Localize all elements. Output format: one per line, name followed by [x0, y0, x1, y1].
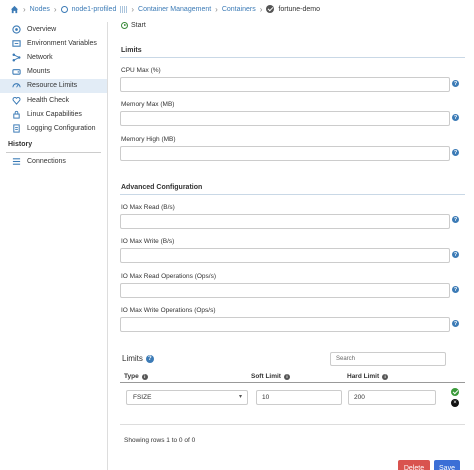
- soft-limit-input[interactable]: 10: [256, 390, 342, 405]
- start-label: Start: [131, 22, 146, 29]
- sidebar-item-network[interactable]: Network: [0, 50, 107, 64]
- chevron-right-icon: ›: [215, 4, 218, 14]
- memory-high-input[interactable]: [120, 146, 450, 161]
- sidebar-item-label: Network: [27, 53, 53, 61]
- table-header-row: Type i Soft Limit i Hard Limit i: [120, 370, 465, 383]
- home-icon[interactable]: [10, 5, 19, 14]
- sidebar-item-label: Overview: [27, 25, 57, 33]
- sidebar-item-logging-configuration[interactable]: Logging Configuration: [0, 121, 107, 135]
- pagination-info: Showing rows 1 to 0 of 0: [124, 437, 196, 444]
- node-status-icon: [60, 5, 68, 13]
- type-select[interactable]: FSIZE ▾: [126, 390, 248, 405]
- gauge-icon: [11, 81, 21, 91]
- sidebar-item-health-check[interactable]: Health Check: [0, 93, 107, 107]
- heart-icon: [11, 95, 21, 105]
- overview-icon: [11, 24, 21, 34]
- sidebar-item-label: Connections: [27, 158, 66, 166]
- sidebar-item-resource-limits[interactable]: Resource Limits: [0, 78, 107, 93]
- limits-section-title: Limits: [121, 47, 142, 54]
- breadcrumb-container-management[interactable]: Container Management: [138, 6, 211, 13]
- io-max-write-label: IO Max Write (B/s): [121, 238, 175, 245]
- help-icon[interactable]: ?: [145, 354, 154, 363]
- table-row: FSIZE ▾ 10 200 ×: [120, 384, 465, 425]
- breadcrumb-containers[interactable]: Containers: [222, 6, 256, 13]
- sidebar: Overview Environment Variables Network M…: [0, 22, 108, 470]
- section-divider: [120, 57, 465, 58]
- sidebar-item-overview[interactable]: Overview: [0, 22, 107, 36]
- io-max-read-input[interactable]: [120, 214, 450, 229]
- info-icon[interactable]: i: [382, 373, 389, 380]
- advanced-section-title: Advanced Configuration: [121, 184, 203, 191]
- breadcrumb-node[interactable]: node1-profiled: [72, 6, 117, 13]
- close-icon[interactable]: ×: [451, 399, 459, 407]
- io-max-write-ops-input[interactable]: [120, 317, 450, 332]
- column-header-type[interactable]: Type i: [124, 373, 148, 380]
- chevron-right-icon: ›: [53, 4, 57, 14]
- grid-icon: [120, 5, 128, 13]
- history-section-title: History: [8, 140, 33, 148]
- column-header-hard-limit[interactable]: Hard Limit i: [347, 373, 389, 380]
- confirm-check-icon[interactable]: [451, 388, 459, 396]
- memory-max-label: Memory Max (MB): [121, 101, 175, 108]
- section-divider: [120, 194, 465, 195]
- limits-table-header: Limits ?: [122, 354, 154, 363]
- info-icon[interactable]: i: [283, 373, 290, 380]
- io-max-read-ops-input[interactable]: [120, 283, 450, 298]
- start-action[interactable]: Start: [121, 22, 146, 29]
- memory-max-input[interactable]: [120, 111, 450, 126]
- io-max-read-label: IO Max Read (B/s): [121, 204, 175, 211]
- sidebar-item-linux-capabilities[interactable]: Linux Capabilities: [0, 107, 107, 121]
- io-max-read-ops-label: IO Max Read Operations (Ops/s): [121, 273, 217, 280]
- chevron-right-icon: ›: [259, 4, 263, 14]
- mounts-icon: [11, 67, 21, 77]
- sidebar-item-mounts[interactable]: Mounts: [0, 65, 107, 79]
- env-icon: [11, 38, 21, 48]
- memory-high-label: Memory High (MB): [121, 136, 176, 143]
- delete-button[interactable]: Delete: [398, 460, 430, 470]
- help-icon[interactable]: ?: [452, 80, 459, 87]
- play-icon: [121, 22, 128, 29]
- help-icon[interactable]: ?: [452, 149, 459, 156]
- divider: [6, 151, 101, 153]
- cpu-max-label: CPU Max (%): [121, 67, 161, 74]
- sidebar-item-label: Linux Capabilities: [27, 110, 82, 118]
- breadcrumb-current: fortune-demo: [278, 5, 321, 13]
- sidebar-item-label: Mounts: [27, 68, 50, 76]
- info-icon[interactable]: i: [141, 373, 148, 380]
- sidebar-item-label: Health Check: [27, 96, 70, 104]
- lock-icon: [11, 109, 21, 119]
- chevron-right-icon: ›: [131, 4, 135, 14]
- sidebar-item-environment-variables[interactable]: Environment Variables: [0, 36, 107, 50]
- check-badge-icon: [266, 5, 275, 13]
- io-max-write-ops-label: IO Max Write Operations (Ops/s): [121, 307, 216, 314]
- hard-limit-input[interactable]: 200: [348, 390, 436, 405]
- type-select-value: FSIZE: [133, 394, 152, 401]
- chevron-down-icon: ▾: [238, 394, 242, 400]
- list-icon: [11, 157, 21, 167]
- network-icon: [11, 52, 21, 62]
- help-icon[interactable]: ?: [452, 286, 459, 293]
- help-icon[interactable]: ?: [452, 114, 459, 121]
- help-icon[interactable]: ?: [452, 320, 459, 327]
- sidebar-item-connections[interactable]: Connections: [0, 155, 107, 169]
- help-icon[interactable]: ?: [452, 251, 459, 258]
- log-icon: [11, 123, 21, 133]
- column-label: Soft Limit: [251, 373, 281, 380]
- save-button[interactable]: Save: [434, 460, 460, 470]
- help-icon[interactable]: ?: [452, 216, 459, 223]
- chevron-right-icon: ›: [23, 4, 26, 14]
- search-input[interactable]: Search: [330, 352, 446, 366]
- breadcrumb-nodes[interactable]: Nodes: [30, 6, 50, 13]
- sidebar-item-label: Environment Variables: [27, 39, 97, 47]
- column-label: Type: [124, 373, 139, 380]
- column-label: Hard Limit: [347, 373, 380, 380]
- limits-table-title: Limits: [122, 354, 143, 363]
- column-header-soft-limit[interactable]: Soft Limit i: [251, 373, 290, 380]
- sidebar-item-label: Logging Configuration: [27, 124, 96, 132]
- sidebar-item-label: Resource Limits: [27, 82, 78, 90]
- io-max-write-input[interactable]: [120, 248, 450, 263]
- cpu-max-input[interactable]: [120, 77, 450, 92]
- breadcrumb: › Nodes › node1-profiled › Container Man…: [0, 0, 474, 18]
